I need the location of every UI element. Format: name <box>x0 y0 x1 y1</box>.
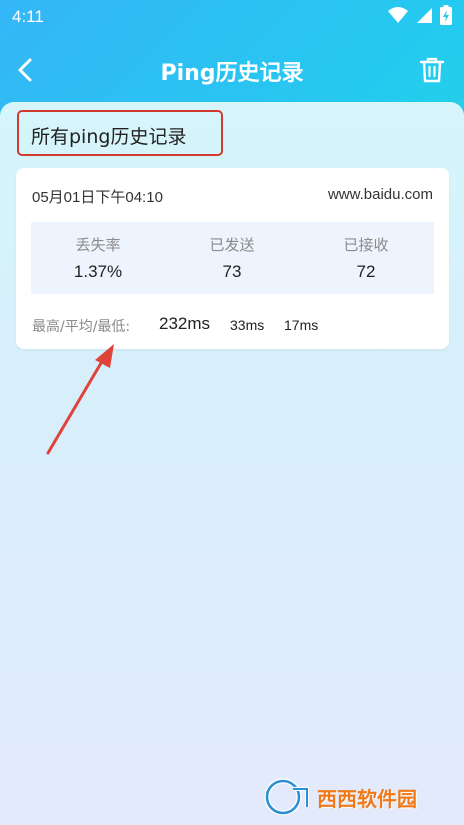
stat-received: 已接收 72 <box>299 222 433 294</box>
stat-value: 1.37% <box>73 262 123 281</box>
latency-max: 232ms <box>159 314 211 333</box>
stat-value: 73 <box>222 262 242 281</box>
stat-loss-rate: 丢失率 1.37% <box>31 222 165 294</box>
stat-label: 已发送 <box>209 236 255 254</box>
stat-value: 72 <box>356 262 376 281</box>
record-time: 05月01日下午04:10 <box>32 189 163 206</box>
stat-sent: 已发送 73 <box>165 222 299 294</box>
section-header-highlight: 所有ping历史记录 <box>17 110 223 156</box>
latency-label: 最高/平均/最低: <box>32 319 131 335</box>
record-host: www.baidu.com <box>327 186 433 203</box>
latency-avg: 33ms <box>230 317 265 333</box>
watermark-text: 西西软件园 <box>317 786 417 811</box>
latency-min: 17ms <box>284 317 319 333</box>
cr-logo-icon <box>264 778 309 816</box>
content-panel: 所有ping历史记录 05月01日下午04:10 www.baidu.com 丢… <box>0 102 464 825</box>
section-title: 所有ping历史记录 <box>31 126 187 148</box>
wifi-icon <box>388 7 408 23</box>
status-icons <box>388 5 452 25</box>
stat-label: 丢失率 <box>75 236 121 254</box>
stat-label: 已接收 <box>343 236 389 254</box>
signal-icon <box>417 8 432 23</box>
history-record-card[interactable]: 05月01日下午04:10 www.baidu.com 丢失率 1.37% 已发… <box>16 168 449 349</box>
annotation-arrow <box>46 344 114 455</box>
stats-box: 丢失率 1.37% 已发送 73 已接收 72 <box>31 222 434 294</box>
watermark: 西西软件园 <box>263 775 443 819</box>
status-time: 4:11 <box>12 7 44 26</box>
trash-icon <box>419 57 445 83</box>
page-title: Ping历史记录 <box>160 61 304 86</box>
app-bar: Ping历史记录 <box>0 42 464 98</box>
status-bar: 4:11 <box>0 0 464 34</box>
delete-button[interactable] <box>414 52 450 88</box>
battery-icon <box>440 5 452 25</box>
